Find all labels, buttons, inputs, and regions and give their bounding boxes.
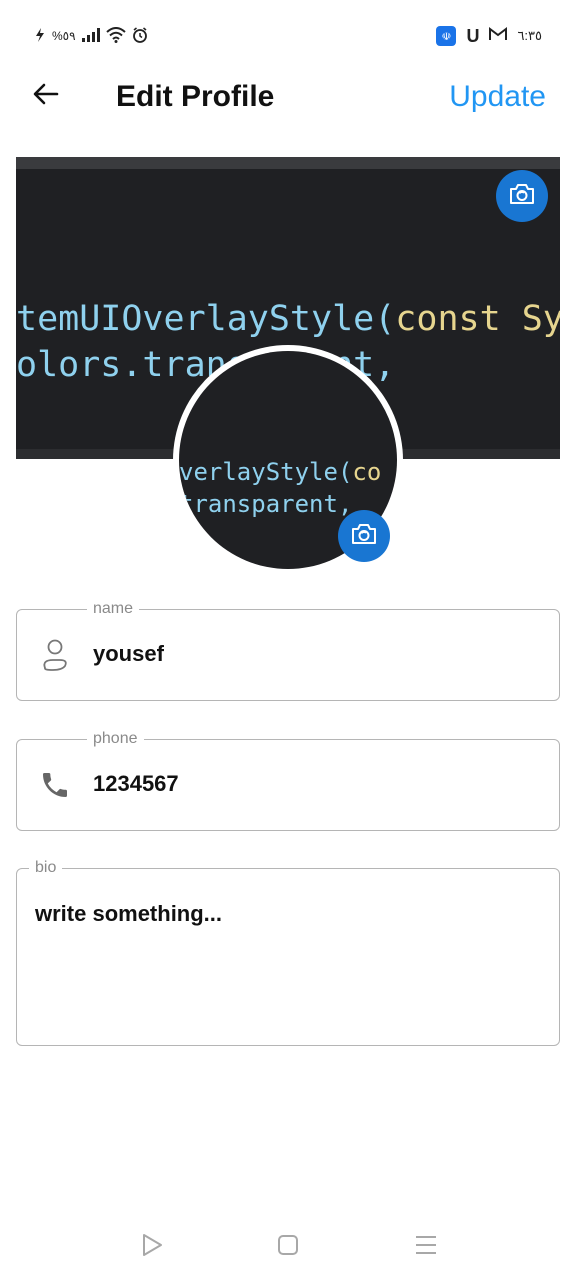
app-badge-icon: ☫ (436, 26, 457, 46)
status-right: ☫ U ٦:٣٥ (436, 24, 542, 48)
triangle-icon (143, 1234, 162, 1256)
app-bar: Edit Profile Update (0, 70, 576, 126)
camera-icon (350, 522, 378, 551)
name-field[interactable]: name yousef (16, 599, 560, 701)
update-button[interactable]: Update (449, 78, 546, 116)
person-icon (37, 637, 73, 673)
avatar-code-line-2: transparent, (179, 490, 353, 518)
bio-field-label: bio (29, 858, 63, 878)
cover-top-strip (16, 157, 560, 169)
status-bar: %٥٩ ☫ U ٦:٣٥ (0, 0, 576, 70)
bio-field-value: write something... (35, 901, 223, 926)
nav-menu-button[interactable] (413, 1232, 439, 1258)
alarm-icon (132, 26, 148, 46)
cover-code-text-1a: temUIOverlayStyle( (16, 299, 396, 339)
avatar-code-line-1: verlayStyle(co (179, 457, 381, 487)
name-field-value: yousef (93, 641, 164, 666)
page-title: Edit Profile (116, 80, 275, 113)
system-nav-bar (0, 1220, 576, 1270)
cover-code-text-1b: const Sy (395, 299, 560, 339)
camera-icon (508, 182, 536, 211)
change-avatar-button[interactable] (338, 510, 390, 562)
phone-field[interactable]: phone 1234567 (16, 729, 560, 831)
back-button[interactable] (28, 78, 64, 114)
charging-icon (34, 27, 46, 45)
menu-icon (416, 1236, 436, 1254)
phone-field-label: phone (87, 729, 144, 749)
phone-icon (37, 767, 73, 803)
signal-icon (81, 27, 100, 45)
wifi-icon (105, 26, 126, 46)
cover-code-line-1: temUIOverlayStyle(const Sy (16, 297, 560, 341)
nav-back-button[interactable] (139, 1232, 165, 1258)
gmail-icon (489, 27, 508, 45)
name-field-label: name (87, 599, 140, 619)
change-cover-button[interactable] (496, 170, 548, 222)
avatar-code-text-1b: co (352, 458, 382, 486)
arrow-left-icon (33, 82, 59, 111)
phone-field-value: 1234567 (93, 771, 179, 796)
status-time: ٦:٣٥ (517, 28, 542, 43)
square-icon (278, 1235, 298, 1255)
battery-percent: %٥٩ (52, 29, 76, 43)
status-left: %٥٩ (34, 24, 148, 48)
avatar-code-text-1a: verlayStyle( (179, 458, 353, 486)
u-app-icon: U (466, 25, 480, 46)
nav-home-button[interactable] (275, 1232, 301, 1258)
bio-field[interactable]: bio write something... (16, 858, 560, 1046)
